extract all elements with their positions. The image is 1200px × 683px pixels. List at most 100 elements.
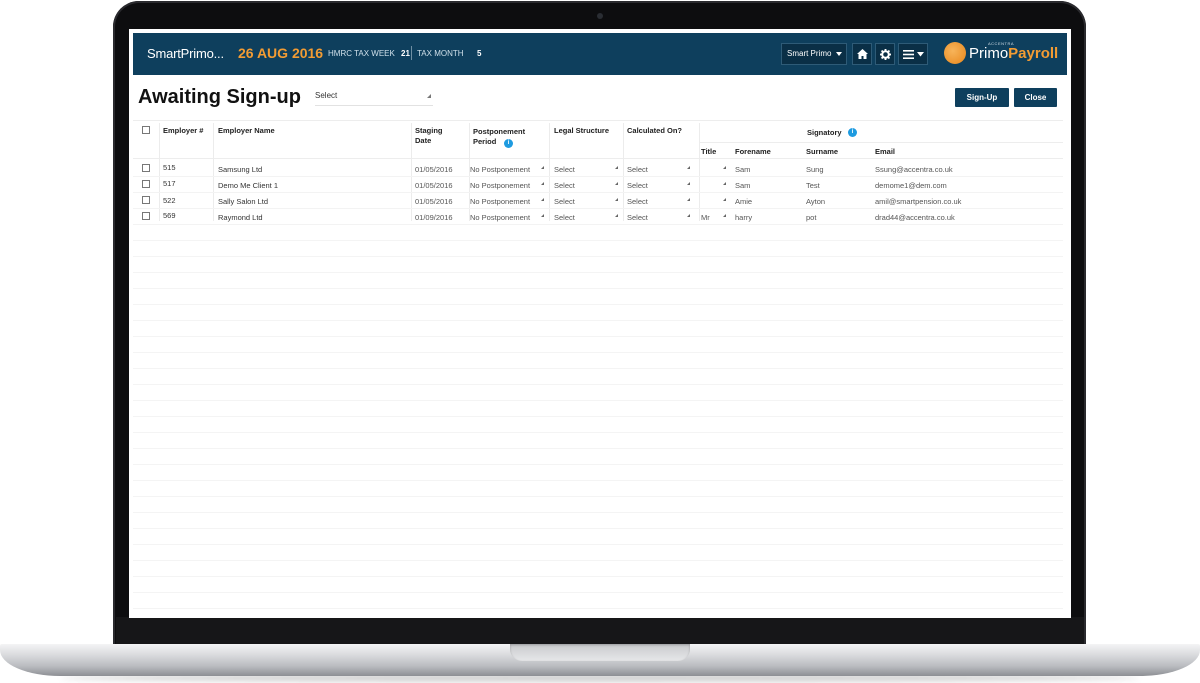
col-header-legal-structure[interactable]: Legal Structure bbox=[554, 126, 609, 136]
col-header-postponement-2: Period bbox=[473, 137, 497, 146]
divider bbox=[411, 46, 412, 60]
col-header-email[interactable]: Email bbox=[875, 147, 895, 157]
col-header-postponement[interactable]: Postponement bbox=[473, 127, 525, 137]
col-header-staging-date-2: Date bbox=[415, 136, 432, 145]
cell-surname[interactable]: Test bbox=[806, 181, 820, 190]
cell-email[interactable]: drad44@accentra.co.uk bbox=[875, 213, 955, 222]
home-icon bbox=[856, 49, 868, 59]
col-header-calculated-on[interactable]: Calculated On? bbox=[627, 126, 682, 136]
dropdown-caret-icon bbox=[687, 182, 690, 185]
cell-employer-no: 517 bbox=[163, 179, 176, 188]
filter-select-value: Select bbox=[315, 91, 338, 100]
cell-surname[interactable]: Sung bbox=[806, 165, 824, 174]
product-logo: PrimoPayroll bbox=[969, 45, 1058, 62]
calculated-on-select[interactable]: Select bbox=[627, 165, 648, 174]
cell-staging-date[interactable]: 01/05/2016 bbox=[415, 197, 453, 206]
row-checkbox[interactable] bbox=[142, 164, 150, 172]
dropdown-caret-icon bbox=[687, 214, 690, 217]
info-icon[interactable]: i bbox=[848, 128, 857, 137]
header-bottom-border bbox=[133, 158, 1063, 159]
legal-structure-select[interactable]: Select bbox=[554, 181, 575, 190]
cell-forename[interactable]: harry bbox=[735, 213, 752, 222]
row-checkbox[interactable] bbox=[142, 212, 150, 220]
dropdown-caret-icon bbox=[615, 198, 618, 201]
dropdown-caret-icon bbox=[723, 198, 726, 201]
col-header-surname[interactable]: Surname bbox=[806, 147, 838, 157]
current-date: 26 AUG 2016 bbox=[238, 45, 324, 61]
calculated-on-select[interactable]: Select bbox=[627, 181, 648, 190]
dropdown-caret-icon bbox=[615, 182, 618, 185]
settings-button[interactable] bbox=[875, 43, 895, 65]
cell-employer-no: 522 bbox=[163, 196, 176, 205]
home-button[interactable] bbox=[852, 43, 872, 65]
cell-employer-name[interactable]: Samsung Ltd bbox=[218, 165, 262, 174]
row-checkbox[interactable] bbox=[142, 196, 150, 204]
dropdown-caret-icon bbox=[427, 94, 431, 98]
cell-surname[interactable]: pot bbox=[806, 213, 816, 222]
calculated-on-select[interactable]: Select bbox=[627, 197, 648, 206]
logo-payroll: Payroll bbox=[1008, 45, 1059, 62]
empty-rows bbox=[133, 225, 1063, 618]
select-all-checkbox[interactable] bbox=[142, 126, 150, 134]
cell-forename[interactable]: Amie bbox=[735, 197, 752, 206]
row-divider bbox=[133, 192, 1063, 193]
cell-email[interactable]: amil@smartpension.co.uk bbox=[875, 197, 961, 206]
calculated-on-select[interactable]: Select bbox=[627, 213, 648, 222]
info-icon[interactable]: i bbox=[504, 139, 513, 148]
cell-forename[interactable]: Sam bbox=[735, 165, 750, 174]
cell-employer-name[interactable]: Demo Me Client 1 bbox=[218, 181, 278, 190]
dropdown-caret-icon bbox=[541, 214, 544, 217]
camera-icon bbox=[597, 13, 603, 19]
cell-staging-date[interactable]: 01/09/2016 bbox=[415, 213, 453, 222]
postponement-select[interactable]: No Postponement bbox=[470, 165, 530, 174]
col-header-employer-no[interactable]: Employer # bbox=[163, 126, 203, 136]
postponement-select[interactable]: No Postponement bbox=[470, 181, 530, 190]
company-select[interactable]: Smart Primo bbox=[781, 43, 847, 65]
sign-up-button[interactable]: Sign-Up bbox=[955, 88, 1009, 107]
col-header-employer-name[interactable]: Employer Name bbox=[218, 126, 275, 136]
legal-structure-select[interactable]: Select bbox=[554, 197, 575, 206]
col-header-signatory: Signatory bbox=[807, 128, 842, 137]
legal-structure-select[interactable]: Select bbox=[554, 213, 575, 222]
row-divider bbox=[133, 208, 1063, 209]
tax-week-label: HMRC TAX WEEK bbox=[328, 49, 395, 58]
postponement-select[interactable]: No Postponement bbox=[470, 197, 530, 206]
cell-employer-no: 569 bbox=[163, 211, 176, 220]
menu-button[interactable] bbox=[898, 43, 928, 65]
cell-employer-name[interactable]: Raymond Ltd bbox=[218, 213, 263, 222]
tax-month-value: 5 bbox=[477, 49, 482, 58]
tax-week-value: 21 bbox=[401, 49, 410, 58]
app-title[interactable]: SmartPrimo... bbox=[147, 46, 224, 61]
row-checkbox[interactable] bbox=[142, 180, 150, 188]
col-header-title[interactable]: Title bbox=[701, 147, 716, 157]
cell-employer-name[interactable]: Sally Salon Ltd bbox=[218, 197, 268, 206]
laptop-notch bbox=[510, 644, 690, 661]
legal-structure-select[interactable]: Select bbox=[554, 165, 575, 174]
dropdown-caret-icon bbox=[687, 166, 690, 169]
col-sep bbox=[699, 123, 700, 221]
page-title: Awaiting Sign-up bbox=[138, 86, 301, 108]
dropdown-caret-icon bbox=[723, 214, 726, 217]
cell-forename[interactable]: Sam bbox=[735, 181, 750, 190]
cell-staging-date[interactable]: 01/05/2016 bbox=[415, 181, 453, 190]
cell-surname[interactable]: Ayton bbox=[806, 197, 825, 206]
cell-staging-date[interactable]: 01/05/2016 bbox=[415, 165, 453, 174]
logo-mark-icon bbox=[944, 42, 966, 64]
company-select-value: Smart Primo bbox=[787, 49, 832, 58]
col-sep bbox=[213, 123, 214, 221]
cell-email[interactable]: demome1@dem.com bbox=[875, 181, 947, 190]
col-header-staging-date[interactable]: Staging bbox=[415, 126, 443, 136]
col-header-forename[interactable]: Forename bbox=[735, 147, 771, 157]
top-navbar: SmartPrimo... 26 AUG 2016 HMRC TAX WEEK … bbox=[133, 33, 1067, 75]
close-button[interactable]: Close bbox=[1014, 88, 1057, 107]
cell-email[interactable]: Ssung@accentra.co.uk bbox=[875, 165, 953, 174]
status-filter-select[interactable]: Select bbox=[315, 91, 433, 106]
dropdown-caret-icon bbox=[723, 166, 726, 169]
cell-employer-no: 515 bbox=[163, 163, 176, 172]
gear-icon bbox=[879, 48, 891, 60]
postponement-select[interactable]: No Postponement bbox=[470, 213, 530, 222]
signatory-divider bbox=[699, 142, 1063, 143]
title-select[interactable]: Mr bbox=[701, 213, 710, 222]
chevron-down-icon bbox=[916, 51, 924, 56]
dropdown-caret-icon bbox=[541, 198, 544, 201]
